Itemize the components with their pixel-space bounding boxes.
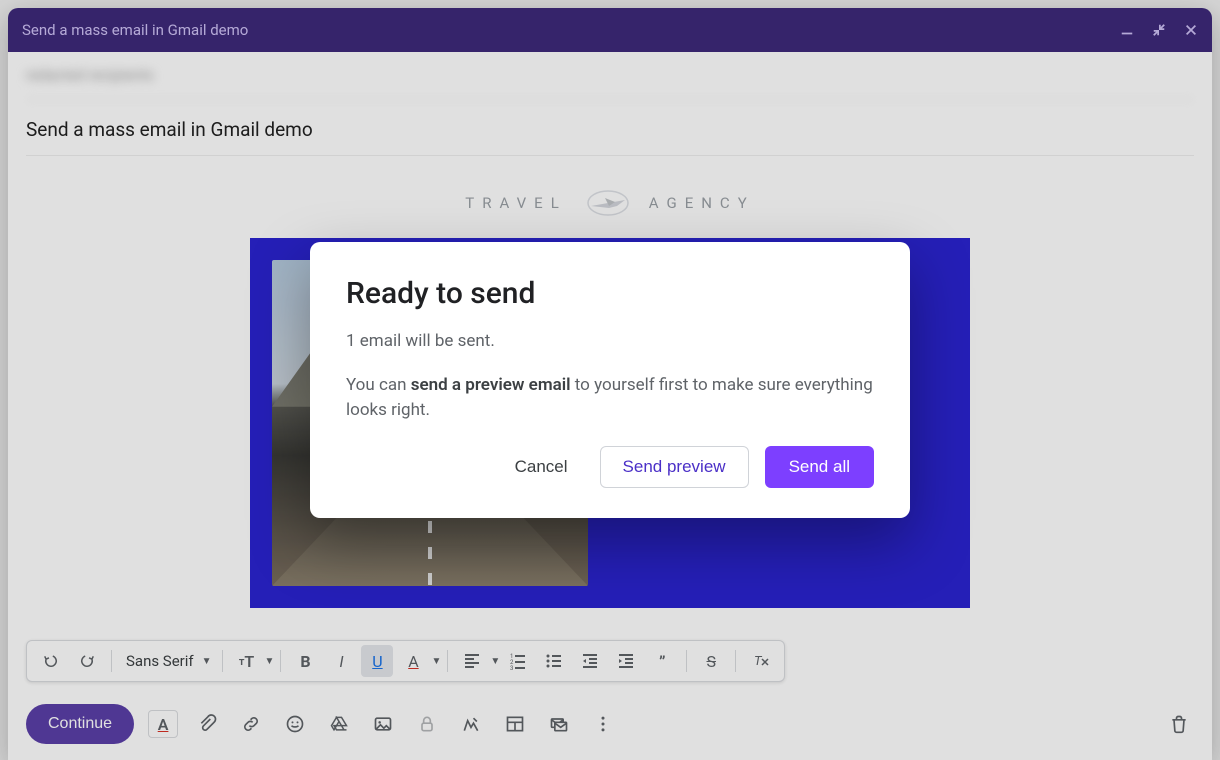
dialog-title: Ready to send [346,276,874,311]
modal-backdrop: Ready to send 1 email will be sent. You … [0,0,1220,760]
send-all-button[interactable]: Send all [765,446,874,488]
dialog-message-hint: You can send a preview email to yourself… [346,373,874,424]
cancel-button[interactable]: Cancel [499,446,584,488]
ready-to-send-dialog: Ready to send 1 email will be sent. You … [310,242,910,518]
dialog-message-count: 1 email will be sent. [346,329,874,355]
send-preview-button[interactable]: Send preview [600,446,749,488]
